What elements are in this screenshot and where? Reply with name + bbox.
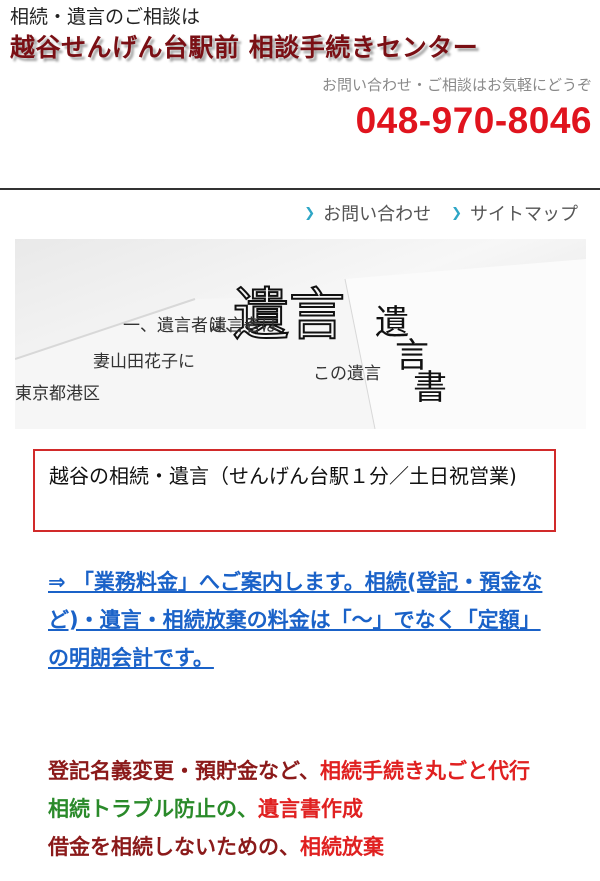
contact-note: お問い合わせ・ご相談はお気軽にどうぞ — [321, 76, 592, 94]
pricing-link[interactable]: ⇒ 「業務料金」へご案内します。相続(登記・預金など)・遺言・相続放棄の料金は「… — [48, 563, 548, 677]
subnav-contact-link[interactable]: ❯ お問い合わせ — [304, 200, 431, 226]
subnav-sitemap-label: サイトマップ — [470, 204, 578, 225]
sub-navigation: ❯ お問い合わせ ❯ サイトマップ — [304, 200, 578, 226]
site-title[interactable]: 越谷せんげん台駅前 相談手続きセンター — [10, 28, 478, 64]
svg-text:遺言者は: 遺言者は — [210, 316, 278, 336]
hero-image: 遺言 遺 言 書 一、遺言者は、そ 妻山田花子に 東京都港区 遺言者は この遺言 — [15, 239, 586, 429]
svg-text:この遺言: この遺言 — [313, 364, 381, 384]
services-list: 登記名義変更・預貯金など、相続手続き丸ごと代行 相続トラブル防止の、遺言書作成 … — [48, 752, 568, 866]
service-line-will: 相続トラブル防止の、遺言書作成 — [48, 797, 363, 821]
service-line-renunciation: 借金を相続しないための、相続放棄 — [48, 835, 384, 859]
phone-number[interactable]: 048-970-8046 — [356, 100, 592, 142]
header-tagline: 相続・遺言のご相談は — [10, 6, 201, 28]
chevron-right-icon: ❯ — [304, 205, 316, 221]
site-header: 相続・遺言のご相談は 越谷せんげん台駅前 相談手続きセンター お問い合わせ・ご相… — [0, 0, 600, 190]
subnav-contact-label: お問い合わせ — [323, 204, 432, 225]
svg-text:書: 書 — [413, 368, 447, 408]
chevron-right-icon: ❯ — [451, 205, 462, 221]
svg-text:妻山田花子に: 妻山田花子に — [93, 352, 195, 372]
subnav-sitemap-link[interactable]: ❯ サイトマップ — [451, 200, 578, 226]
notice-box: 越谷の相続・遺言（せんげん台駅１分／土日祝営業) — [33, 449, 556, 532]
service-line-procedures: 登記名義変更・預貯金など、相続手続き丸ごと代行 — [48, 759, 530, 783]
svg-text:東京都港区: 東京都港区 — [15, 384, 100, 404]
